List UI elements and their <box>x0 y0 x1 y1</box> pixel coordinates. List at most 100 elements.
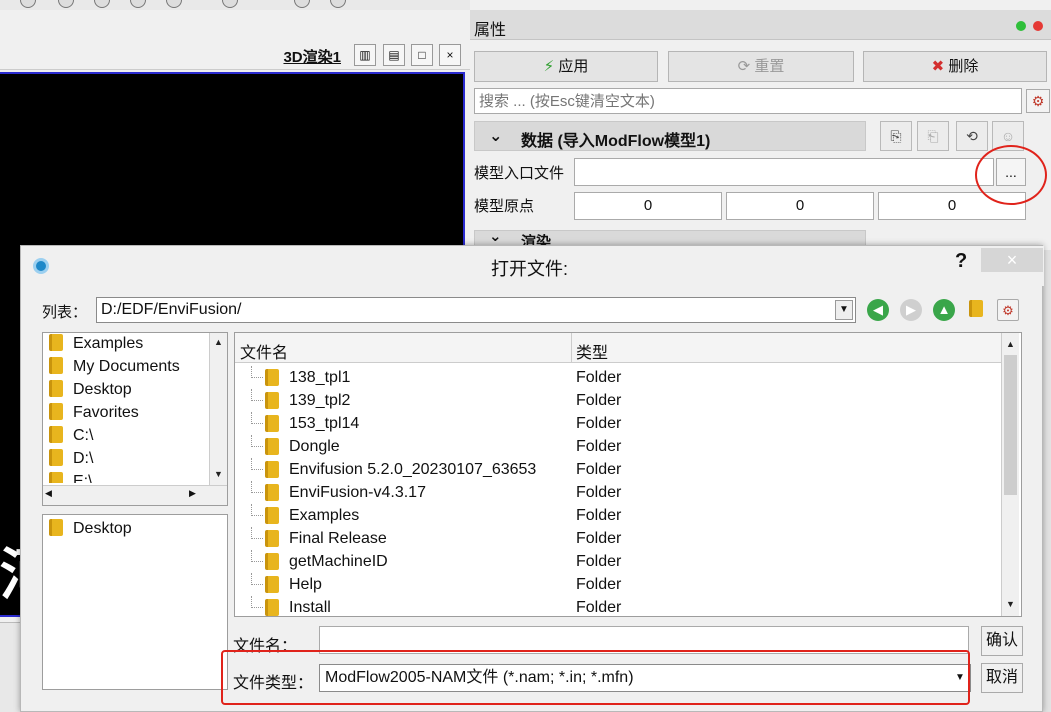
toolbar-icon[interactable] <box>130 0 146 8</box>
scroll-up-icon[interactable]: ▲ <box>211 335 226 350</box>
scroll-left-icon[interactable]: ◀ <box>45 488 52 499</box>
table-row[interactable]: 139_tpl2 Folder <box>235 389 1001 412</box>
ok-button[interactable]: 确认 <box>981 626 1023 656</box>
data-section-header[interactable]: ⌄ 数据 (导入ModFlow模型1) <box>474 121 866 151</box>
sidebar-scrollbar[interactable]: ▲ ▼ <box>209 333 227 485</box>
toolbar-icon[interactable] <box>294 0 310 8</box>
toolbar-icon[interactable] <box>94 0 110 8</box>
scroll-up-icon[interactable]: ▲ <box>1003 337 1018 352</box>
data-section-label: 数据 (导入ModFlow模型1) <box>521 133 711 150</box>
folder-icon <box>49 403 63 420</box>
sidebar-item[interactable]: Examples <box>49 333 143 355</box>
history-icon[interactable]: ⟲ <box>956 121 988 151</box>
forward-icon[interactable]: ▶ <box>900 299 922 321</box>
float-dot-icon[interactable] <box>1016 21 1026 31</box>
scroll-down-icon[interactable]: ▼ <box>1003 597 1018 612</box>
back-icon[interactable]: ◀ <box>867 299 889 321</box>
apply-button[interactable]: ⚡ 应用 <box>474 51 658 82</box>
render-view-title[interactable]: 3D渲染1 <box>283 46 341 67</box>
file-name-cell: Dongle <box>289 438 340 455</box>
model-file-label: 模型入口文件 <box>474 165 565 182</box>
origin-y-field[interactable]: 0 <box>726 192 874 220</box>
paste-icon[interactable]: ⎗ <box>917 121 949 151</box>
model-file-input[interactable] <box>574 158 994 186</box>
properties-panel: ⚡ 应用 ⟳ 重置 ✖ 删除 ⚙ ⌄ 数据 (导入ModFlow模型1) ⎘ ⎗… <box>470 40 1051 250</box>
file-name-cell: 139_tpl2 <box>289 392 351 409</box>
origin-x-field[interactable]: 0 <box>574 192 722 220</box>
delete-button-label: 删除 <box>948 58 979 75</box>
folder-icon <box>265 576 279 593</box>
sidebar-item[interactable]: My Documents <box>49 356 180 378</box>
file-name-cell: Examples <box>289 507 360 524</box>
sidebar-hscrollbar[interactable]: ◀ ▶ <box>43 485 227 505</box>
folder-icon <box>265 530 279 547</box>
file-list-scrollbar[interactable]: ▲ ▼ <box>1001 333 1019 616</box>
column-header-name[interactable]: 文件名 <box>240 339 288 363</box>
maximize-button[interactable]: □ <box>411 44 433 66</box>
main-toolbar <box>0 0 470 10</box>
new-folder-icon[interactable] <box>965 299 987 321</box>
toolbar-icon[interactable] <box>330 0 346 8</box>
close-dot-icon[interactable] <box>1033 21 1043 31</box>
reset-button[interactable]: ⟳ 重置 <box>668 51 854 82</box>
cancel-button[interactable]: 取消 <box>981 663 1023 693</box>
gear-icon[interactable]: ⚙ <box>997 299 1019 321</box>
toolbar-icon[interactable] <box>222 0 238 8</box>
scrollbar-thumb[interactable] <box>1004 355 1017 495</box>
up-folder-icon[interactable]: ▲ <box>933 299 955 321</box>
split-horizontal-button[interactable]: ▥ <box>354 44 376 66</box>
sidebar-item[interactable]: D:\ <box>49 448 93 470</box>
table-row[interactable]: Envifusion 5.2.0_20230107_63653 Folder <box>235 458 1001 481</box>
table-row[interactable]: 138_tpl1 Folder <box>235 366 1001 389</box>
properties-title-bar: 属性 <box>470 10 1051 40</box>
table-row[interactable]: Help Folder <box>235 573 1001 596</box>
table-row[interactable]: Dongle Folder <box>235 435 1001 458</box>
table-row[interactable]: EnviFusion-v4.3.17 Folder <box>235 481 1001 504</box>
dropdown-arrow-icon[interactable]: ▼ <box>835 300 853 320</box>
look-in-select[interactable]: D:/EDF/EnviFusion/ ▼ <box>96 297 856 323</box>
column-divider[interactable] <box>571 333 572 363</box>
table-row[interactable]: Examples Folder <box>235 504 1001 527</box>
table-row[interactable]: 153_tpl14 Folder <box>235 412 1001 435</box>
folder-icon <box>265 392 279 409</box>
file-name-cell: Help <box>289 576 322 593</box>
close-button[interactable]: × <box>981 248 1043 272</box>
close-view-button[interactable]: × <box>439 44 461 66</box>
chevron-down-icon: ⌄ <box>489 230 502 245</box>
sidebar-item-label: Desktop <box>73 520 132 537</box>
column-header-type[interactable]: 类型 <box>576 339 608 363</box>
sidebar-item[interactable]: C:\ <box>49 425 93 447</box>
file-type-cell: Folder <box>576 392 622 409</box>
lightning-icon: ⚡ <box>543 58 555 75</box>
sidebar-item[interactable]: Desktop <box>49 379 132 401</box>
split-vertical-button[interactable]: ▤ <box>383 44 405 66</box>
folder-icon <box>265 415 279 432</box>
toolbar-icon[interactable] <box>58 0 74 8</box>
scroll-down-icon[interactable]: ▼ <box>211 467 226 482</box>
sidebar-item[interactable]: E:\ <box>49 471 93 483</box>
delete-button[interactable]: ✖ 删除 <box>863 51 1047 82</box>
properties-search-input[interactable] <box>474 88 1022 114</box>
table-row[interactable]: getMachineID Folder <box>235 550 1001 573</box>
folder-icon <box>265 369 279 386</box>
copy-icon[interactable]: ⎘ <box>880 121 912 151</box>
annotation-circle <box>975 145 1047 205</box>
sidebar-item[interactable]: Desktop <box>49 518 132 540</box>
dialog-title: 打开文件: <box>491 259 569 279</box>
toolbar-icon[interactable] <box>20 0 36 8</box>
help-button[interactable]: ? <box>955 250 967 273</box>
tree-line <box>251 458 263 470</box>
chevron-down-icon: ⌄ <box>489 128 503 145</box>
folder-icon <box>265 553 279 570</box>
sidebar-item[interactable]: Favorites <box>49 402 139 424</box>
file-type-cell: Folder <box>576 438 622 455</box>
sidebar-item-label: Examples <box>73 335 144 352</box>
left-panel-remnant <box>0 622 20 712</box>
scroll-right-icon[interactable]: ▶ <box>189 488 196 499</box>
table-row[interactable]: Install Folder <box>235 596 1001 616</box>
folder-icon <box>49 472 63 483</box>
gear-icon[interactable]: ⚙ <box>1026 89 1050 113</box>
toolbar-icon[interactable] <box>166 0 182 8</box>
tree-line <box>251 504 263 516</box>
table-row[interactable]: Final Release Folder <box>235 527 1001 550</box>
